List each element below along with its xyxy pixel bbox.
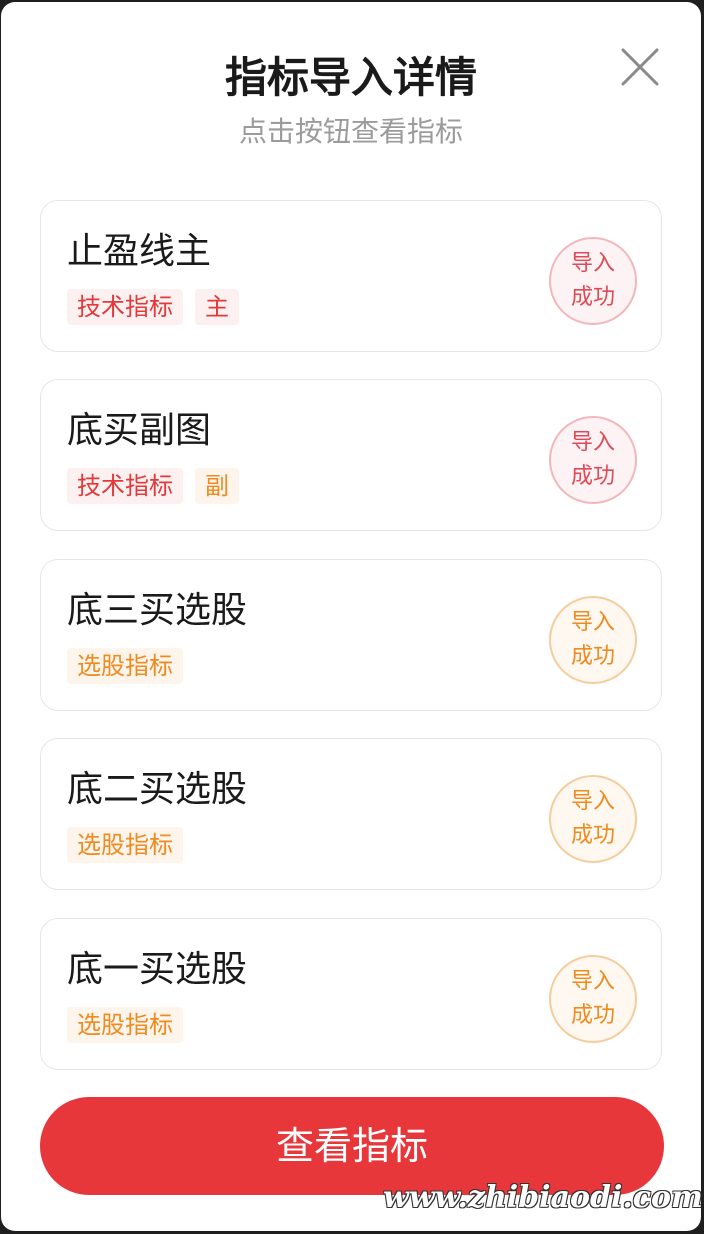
indicator-tags: 选股指标 <box>67 648 183 684</box>
import-status-badge: 导入 成功 <box>549 237 637 325</box>
status-line: 导入 <box>570 430 615 455</box>
dialog-subtitle: 点击按钮查看指标 <box>238 115 463 148</box>
import-status-badge: 导入 成功 <box>549 955 637 1043</box>
indicator-name: 底三买选股 <box>67 590 248 631</box>
import-details-dialog: 指标导入详情 点击按钮查看指标 止盈线主 技术指标 主 导入 成功 底买副图 技… <box>1 2 701 1231</box>
close-button[interactable] <box>615 42 665 92</box>
status-line: 成功 <box>570 285 615 310</box>
indicator-tags: 技术指标 主 <box>67 289 239 325</box>
indicator-tags: 技术指标 副 <box>67 468 239 504</box>
status-line: 导入 <box>570 789 615 814</box>
import-status-badge: 导入 成功 <box>549 775 637 863</box>
status-line: 导入 <box>570 969 615 994</box>
indicator-name: 底一买选股 <box>67 949 248 990</box>
close-icon <box>621 48 659 86</box>
indicator-name: 止盈线主 <box>67 231 212 272</box>
indicator-tag: 技术指标 <box>67 468 183 504</box>
indicator-tag: 技术指标 <box>67 289 183 325</box>
status-line: 成功 <box>570 1003 615 1028</box>
indicator-card: 底买副图 技术指标 副 导入 成功 <box>40 379 662 531</box>
indicator-name: 底买副图 <box>67 410 212 451</box>
indicator-tags: 选股指标 <box>67 1007 183 1043</box>
indicator-name: 底二买选股 <box>67 769 248 810</box>
indicator-card: 底一买选股 选股指标 导入 成功 <box>40 918 662 1070</box>
indicator-card: 止盈线主 技术指标 主 导入 成功 <box>40 200 662 352</box>
status-line: 成功 <box>570 644 615 669</box>
status-line: 导入 <box>570 610 615 635</box>
status-line: 成功 <box>570 464 615 489</box>
indicator-tag: 选股指标 <box>67 1007 183 1043</box>
status-line: 成功 <box>570 823 615 848</box>
indicator-tag: 副 <box>195 468 239 504</box>
indicator-card: 底三买选股 选股指标 导入 成功 <box>40 559 662 711</box>
import-status-badge: 导入 成功 <box>549 596 637 684</box>
indicator-tag: 主 <box>195 289 239 325</box>
indicator-tag: 选股指标 <box>67 648 183 684</box>
status-line: 导入 <box>570 251 615 276</box>
indicator-tags: 选股指标 <box>67 827 183 863</box>
import-status-badge: 导入 成功 <box>549 416 637 504</box>
indicator-tag: 选股指标 <box>67 827 183 863</box>
watermark: www.zhibiaodi.com <box>383 1180 701 1215</box>
indicator-card: 底二买选股 选股指标 导入 成功 <box>40 738 662 890</box>
dialog-title: 指标导入详情 <box>224 53 477 102</box>
